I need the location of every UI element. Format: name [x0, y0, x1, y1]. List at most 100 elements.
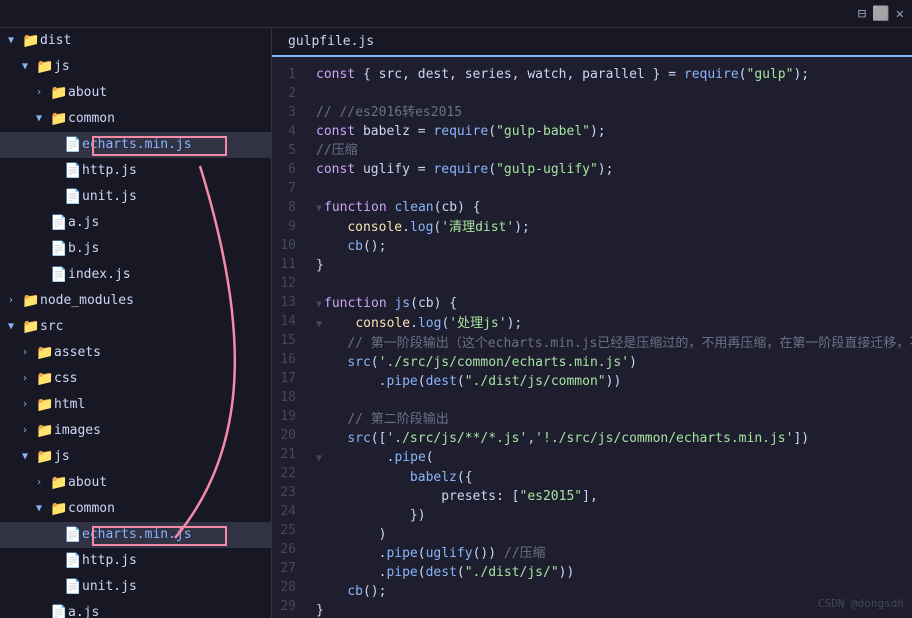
folder-icon-src-html: 📁	[36, 394, 54, 416]
code-line-21: ▼ .pipe(	[316, 448, 912, 468]
code-line-8: ▼function clean(cb) {	[316, 198, 912, 218]
tree-label-dist-js-common-http: http.js	[82, 160, 137, 182]
tree-item-src-images[interactable]: ›📁images	[0, 418, 271, 444]
editor-tab-label: gulpfile.js	[288, 34, 374, 49]
tree-arrow-src-js-about: ›	[36, 472, 50, 494]
line-number-12: 12	[272, 274, 300, 293]
file-icon-src-js-common-unit: 📄	[64, 576, 82, 598]
tree-label-src-js-about: about	[68, 472, 107, 494]
folder-icon-dist-js-common: 📁	[50, 108, 68, 130]
tree-arrow-src-css: ›	[22, 368, 36, 390]
code-line-18	[316, 391, 912, 410]
tree-item-src-html[interactable]: ›📁html	[0, 392, 271, 418]
main-layout: ▼📁dist▼📁js›📁about▼📁common›📄echarts.min.j…	[0, 28, 912, 618]
file-icon-src-js-common-echarts: 📄	[64, 524, 82, 546]
line-number-13: 13	[272, 293, 300, 312]
tree-label-dist-js-about: about	[68, 82, 107, 104]
code-area[interactable]: 1234567891011121314151617181920212223242…	[272, 57, 912, 618]
tree-item-dist-js[interactable]: ▼📁js	[0, 54, 271, 80]
line-number-9: 9	[272, 217, 300, 236]
tree-label-src-images: images	[54, 420, 101, 442]
maximize-icon[interactable]: ⬜	[872, 6, 889, 22]
folder-icon-src: 📁	[22, 316, 40, 338]
tree-arrow-dist-js: ▼	[22, 56, 36, 78]
tree-item-src[interactable]: ▼📁src	[0, 314, 271, 340]
code-line-24: })	[316, 506, 912, 525]
code-content: const { src, dest, series, watch, parall…	[308, 57, 912, 618]
tree-label-dist: dist	[40, 30, 71, 52]
code-line-13: ▼function js(cb) {	[316, 294, 912, 314]
code-line-19: // 第二阶段输出	[316, 410, 912, 429]
tree-item-src-js-common-http[interactable]: ›📄http.js	[0, 548, 271, 574]
line-number-1: 1	[272, 65, 300, 84]
code-line-5: //压缩	[316, 141, 912, 160]
tree-item-node_modules[interactable]: ›📁node_modules	[0, 288, 271, 314]
tree-label-src: src	[40, 316, 63, 338]
folder-icon-src-images: 📁	[36, 420, 54, 442]
line-number-7: 7	[272, 179, 300, 198]
tree-label-src-js-common-echarts: echarts.min.js	[82, 524, 192, 546]
line-number-25: 25	[272, 521, 300, 540]
line-number-11: 11	[272, 255, 300, 274]
folder-icon-dist: 📁	[22, 30, 40, 52]
tree-label-dist-js-bjs: b.js	[68, 238, 99, 260]
line-number-6: 6	[272, 160, 300, 179]
file-icon-dist-js-common-http: 📄	[64, 160, 82, 182]
line-number-10: 10	[272, 236, 300, 255]
code-line-10: cb();	[316, 237, 912, 256]
tree-item-dist-js-common[interactable]: ▼📁common	[0, 106, 271, 132]
line-number-27: 27	[272, 559, 300, 578]
tree-label-node_modules: node_modules	[40, 290, 134, 312]
tree-item-src-js[interactable]: ▼📁js	[0, 444, 271, 470]
code-line-4: const babelz = require("gulp-babel");	[316, 122, 912, 141]
code-line-6: const uglify = require("gulp-uglify");	[316, 160, 912, 179]
tree-arrow-dist: ▼	[8, 30, 22, 52]
tree-item-dist[interactable]: ▼📁dist	[0, 28, 271, 54]
tree-item-dist-js-about[interactable]: ›📁about	[0, 80, 271, 106]
tree-item-dist-js-ajs[interactable]: ›📄a.js	[0, 210, 271, 236]
code-line-22: babelz({	[316, 468, 912, 487]
tree-label-src-js-ajs: a.js	[68, 602, 99, 618]
line-number-18: 18	[272, 388, 300, 407]
tree-item-dist-js-common-http[interactable]: ›📄http.js	[0, 158, 271, 184]
top-bar: ⊟ ⬜ ✕	[0, 0, 912, 28]
code-line-27: .pipe(dest("./dist/js/"))	[316, 563, 912, 582]
line-number-5: 5	[272, 141, 300, 160]
tree-label-dist-js-indexjs: index.js	[68, 264, 131, 286]
watermark: CSDN @dongsdh	[818, 597, 904, 610]
tree-label-src-js-common-http: http.js	[82, 550, 137, 572]
tree-item-dist-js-common-unit[interactable]: ›📄unit.js	[0, 184, 271, 210]
tree-arrow-src-js-common: ▼	[36, 498, 50, 520]
file-icon-dist-js-common-echarts: 📄	[64, 134, 82, 156]
tree-item-dist-js-bjs[interactable]: ›📄b.js	[0, 236, 271, 262]
tree-item-dist-js-common-echarts[interactable]: ›📄echarts.min.js	[0, 132, 271, 158]
code-line-25: )	[316, 525, 912, 544]
tree-item-src-js-common-echarts[interactable]: ›📄echarts.min.js	[0, 522, 271, 548]
line-number-26: 26	[272, 540, 300, 559]
tree-item-src-js-common-unit[interactable]: ›📄unit.js	[0, 574, 271, 600]
tree-label-src-css: css	[54, 368, 77, 390]
tree-item-src-assets[interactable]: ›📁assets	[0, 340, 271, 366]
close-icon[interactable]: ✕	[896, 6, 904, 22]
code-line-26: .pipe(uglify()) //压缩	[316, 544, 912, 563]
folder-icon-src-css: 📁	[36, 368, 54, 390]
line-number-16: 16	[272, 350, 300, 369]
tree-item-src-js-ajs[interactable]: ›📄a.js	[0, 600, 271, 618]
editor-tab[interactable]: gulpfile.js	[272, 28, 912, 57]
tree-item-src-js-common[interactable]: ▼📁common	[0, 496, 271, 522]
tree-item-src-css[interactable]: ›📁css	[0, 366, 271, 392]
file-icon-dist-js-bjs: 📄	[50, 238, 68, 260]
minimize-icon[interactable]: ⊟	[858, 6, 866, 22]
code-line-1: const { src, dest, series, watch, parall…	[316, 65, 912, 84]
line-number-2: 2	[272, 84, 300, 103]
tree-arrow-src-html: ›	[22, 394, 36, 416]
tree-item-src-js-about[interactable]: ›📁about	[0, 470, 271, 496]
tree-item-dist-js-indexjs[interactable]: ›📄index.js	[0, 262, 271, 288]
line-number-21: 21	[272, 445, 300, 464]
file-tree: ▼📁dist▼📁js›📁about▼📁common›📄echarts.min.j…	[0, 28, 272, 618]
tree-arrow-node_modules: ›	[8, 290, 22, 312]
line-number-4: 4	[272, 122, 300, 141]
tree-label-src-js: js	[54, 446, 70, 468]
tree-label-src-html: html	[54, 394, 85, 416]
tree-label-dist-js-common-echarts: echarts.min.js	[82, 134, 192, 156]
